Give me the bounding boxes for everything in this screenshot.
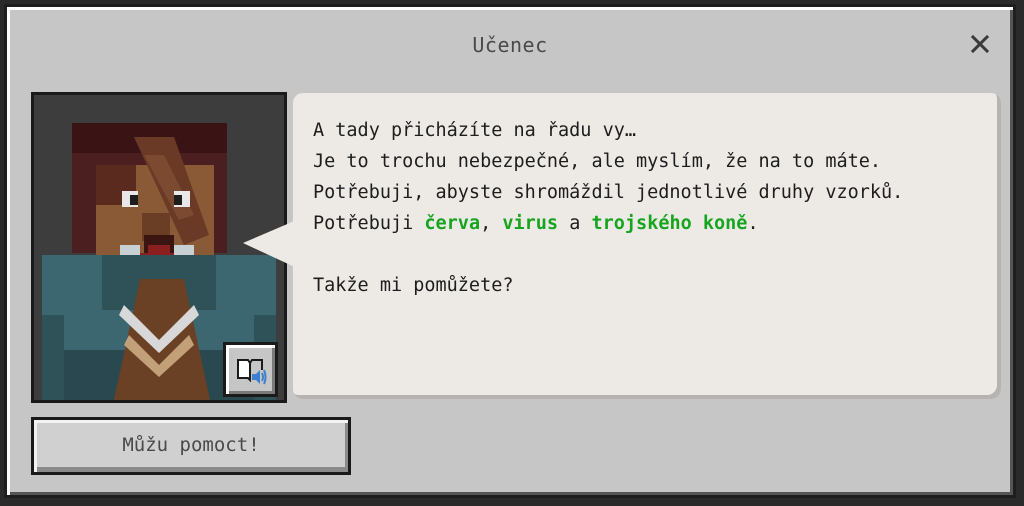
speech-line: Je to trochu nebezpečné, ale myslím, že … xyxy=(313,151,882,172)
speech-line-items: Potřebuji červa, virus a trojského koně. xyxy=(313,208,1001,239)
highlight-trojan: trojského koně xyxy=(591,213,748,234)
highlight-virus: virus xyxy=(502,213,559,234)
help-button[interactable]: Můžu pomoct! xyxy=(31,417,351,475)
speech-text: a xyxy=(558,213,592,234)
npc-dialog-window: Učenec A tady přicházíte na řadu vy… Je … xyxy=(4,4,1016,498)
close-button[interactable] xyxy=(967,31,993,57)
speech-text: Potřebuji xyxy=(313,213,425,234)
highlight-worm: červa xyxy=(424,213,481,234)
speech-bubble: A tady přicházíte na řadu vy… Je to troc… xyxy=(293,93,1001,399)
close-icon xyxy=(970,34,990,54)
speech-text: . xyxy=(747,213,759,234)
speech-text: , xyxy=(480,213,503,234)
speech-line: A tady přicházíte na řadu vy… xyxy=(313,120,637,141)
speech-line-question: Takže mi pomůžete? xyxy=(313,275,514,296)
speech-bubble-tail xyxy=(243,219,299,269)
text-to-speech-button[interactable] xyxy=(223,342,278,397)
speech-line: Potřebuji, abyste shromáždil jednotlivé … xyxy=(313,182,904,203)
speech-line-blank xyxy=(313,239,1001,270)
dialog-title: Učenec xyxy=(472,33,548,57)
book-speaker-icon xyxy=(237,359,267,385)
